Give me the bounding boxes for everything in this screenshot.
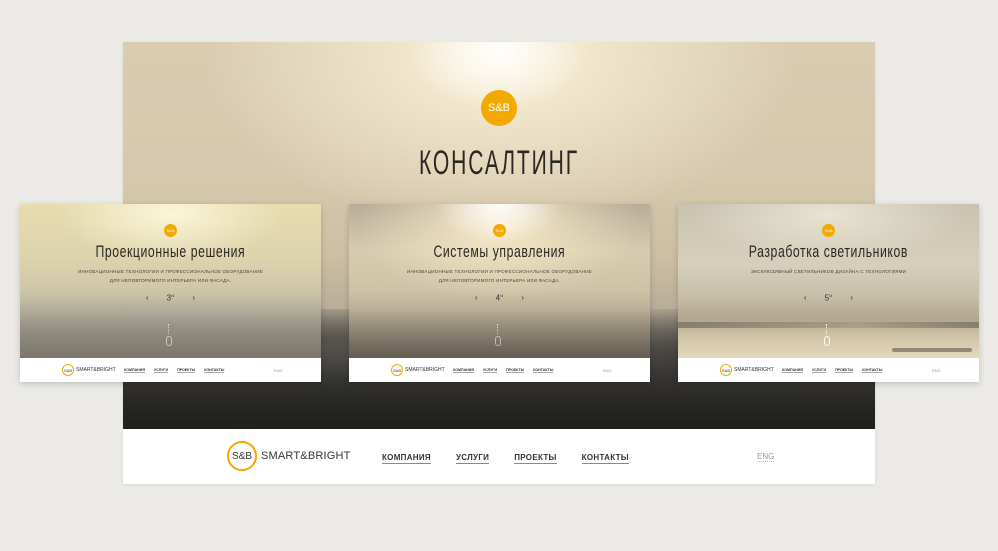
nav-link-contacts[interactable]: КОНТАКТЫ bbox=[533, 368, 554, 373]
nav-link-company[interactable]: КОМПАНИЯ bbox=[382, 453, 431, 464]
card-footer: S&B SMART&BRIGHT КОМПАНИЯ УСЛУГИ ПРОЕКТЫ… bbox=[20, 358, 321, 382]
preview-card-projection: S&B Проекционные решения ИННОВАЦИОННЫЕ Т… bbox=[20, 204, 321, 382]
scroll-dots-icon bbox=[497, 324, 500, 334]
card-footer: S&B SMART&BRIGHT КОМПАНИЯ УСЛУГИ ПРОЕКТЫ… bbox=[678, 358, 979, 382]
site-footer: S&B SMART&BRIGHT КОМПАНИЯ УСЛУГИ ПРОЕКТЫ… bbox=[123, 429, 875, 484]
logo-badge[interactable]: S&B bbox=[164, 224, 177, 237]
main-nav: КОМПАНИЯ УСЛУГИ ПРОЕКТЫ КОНТАКТЫ bbox=[382, 453, 629, 464]
card-subtitle-line: ИННОВАЦИОННЫЕ ТЕХНОЛОГИИ И ПРОФЕССИОНАЛЬ… bbox=[406, 269, 593, 274]
card-footer: S&B SMART&BRIGHT КОМПАНИЯ УСЛУГИ ПРОЕКТЫ… bbox=[349, 358, 650, 382]
card-nav: КОМПАНИЯ УСЛУГИ ПРОЕКТЫ КОНТАКТЫ bbox=[124, 368, 233, 373]
card-title: Разработка светильников bbox=[748, 242, 908, 261]
brand-name: SMART&BRIGHT bbox=[734, 367, 774, 373]
nav-link-company[interactable]: КОМПАНИЯ bbox=[782, 368, 803, 373]
card-subtitle-line: ЭКСКЛЮЗИВНЫЙ СВЕТИЛЬНИКОВ ДИЗАЙНА С ТЕХН… bbox=[750, 269, 907, 274]
page-total: /4 bbox=[171, 293, 175, 298]
next-arrow-icon[interactable]: › bbox=[521, 293, 524, 302]
prev-arrow-icon[interactable]: ‹ bbox=[146, 293, 149, 302]
card-hero: S&B Системы управления ИННОВАЦИОННЫЕ ТЕХ… bbox=[349, 204, 650, 358]
slide-pager: ‹ 5/4 › bbox=[678, 293, 979, 303]
scroll-dots-icon bbox=[826, 324, 829, 334]
scroll-mouse-icon[interactable] bbox=[495, 336, 501, 346]
brand-circle: S&B bbox=[227, 441, 257, 471]
card-subtitle: ИННОВАЦИОННЫЕ ТЕХНОЛОГИИ И ПРОФЕССИОНАЛЬ… bbox=[20, 267, 321, 285]
page-indicator: 3/4 bbox=[167, 293, 175, 303]
slide-pager: ‹ 3/4 › bbox=[20, 293, 321, 303]
card-subtitle-line: ДЛЯ НЕПОВТОРИМОГО ИНТЕРЬЕРА ИЛИ ФАСАДА. bbox=[438, 278, 561, 283]
nav-link-services[interactable]: УСЛУГИ bbox=[811, 368, 827, 373]
brand-logo[interactable]: S&B SMART&BRIGHT bbox=[62, 364, 116, 376]
language-switch[interactable]: ENG bbox=[757, 452, 775, 462]
preview-card-control-systems: S&B Системы управления ИННОВАЦИОННЫЕ ТЕХ… bbox=[349, 204, 650, 382]
language-switch[interactable]: ENG bbox=[274, 368, 283, 373]
nav-link-services[interactable]: УСЛУГИ bbox=[482, 368, 498, 373]
card-subtitle-line: ИННОВАЦИОННЫЕ ТЕХНОЛОГИИ И ПРОФЕССИОНАЛЬ… bbox=[77, 269, 264, 274]
card-title: Системы управления bbox=[433, 242, 566, 261]
nav-link-projects[interactable]: ПРОЕКТЫ bbox=[506, 368, 525, 373]
page-indicator: 5/4 bbox=[825, 293, 833, 303]
brand-circle: S&B bbox=[62, 364, 74, 376]
nav-link-services[interactable]: УСЛУГИ bbox=[153, 368, 169, 373]
logo-badge[interactable]: S&B bbox=[481, 90, 517, 126]
page-total: /4 bbox=[829, 293, 833, 298]
page-title: КОНСАЛТИНГ bbox=[418, 144, 580, 182]
next-arrow-icon[interactable]: › bbox=[192, 293, 195, 302]
next-arrow-icon[interactable]: › bbox=[850, 293, 853, 302]
nav-link-projects[interactable]: ПРОЕКТЫ bbox=[177, 368, 196, 373]
brand-logo[interactable]: S&B SMART&BRIGHT bbox=[720, 364, 774, 376]
scroll-mouse-icon[interactable] bbox=[166, 336, 172, 346]
nav-link-company[interactable]: КОМПАНИЯ bbox=[124, 368, 145, 373]
nav-link-projects[interactable]: ПРОЕКТЫ bbox=[835, 368, 854, 373]
scroll-dots-icon bbox=[168, 324, 171, 334]
nav-link-projects[interactable]: ПРОЕКТЫ bbox=[514, 453, 557, 464]
preview-card-luminaires: S&B Разработка светильников ЭКСКЛЮЗИВНЫЙ… bbox=[678, 204, 979, 382]
nav-link-contacts[interactable]: КОНТАКТЫ bbox=[862, 368, 883, 373]
scroll-mouse-icon[interactable] bbox=[824, 336, 830, 346]
brand-name: SMART&BRIGHT bbox=[405, 367, 445, 373]
prev-arrow-icon[interactable]: ‹ bbox=[475, 293, 478, 302]
page-indicator: 4/4 bbox=[496, 293, 504, 303]
nav-link-company[interactable]: КОМПАНИЯ bbox=[453, 368, 474, 373]
slide-pager: ‹ 4/4 › bbox=[349, 293, 650, 303]
logo-badge[interactable]: S&B bbox=[493, 224, 506, 237]
brand-circle: S&B bbox=[720, 364, 732, 376]
brand-logo[interactable]: S&B SMART&BRIGHT bbox=[227, 441, 351, 471]
language-switch[interactable]: ENG bbox=[603, 368, 612, 373]
brand-name: SMART&BRIGHT bbox=[261, 450, 351, 462]
card-nav: КОМПАНИЯ УСЛУГИ ПРОЕКТЫ КОНТАКТЫ bbox=[453, 368, 562, 373]
page-total: /4 bbox=[500, 293, 504, 298]
card-hero: S&B Разработка светильников ЭКСКЛЮЗИВНЫЙ… bbox=[678, 204, 979, 358]
card-subtitle: ИННОВАЦИОННЫЕ ТЕХНОЛОГИИ И ПРОФЕССИОНАЛЬ… bbox=[349, 267, 650, 285]
brand-logo[interactable]: S&B SMART&BRIGHT bbox=[391, 364, 445, 376]
logo-badge[interactable]: S&B bbox=[822, 224, 835, 237]
prev-arrow-icon[interactable]: ‹ bbox=[804, 293, 807, 302]
nav-link-contacts[interactable]: КОНТАКТЫ bbox=[204, 368, 225, 373]
brand-name: SMART&BRIGHT bbox=[76, 367, 116, 373]
card-title: Проекционные решения bbox=[95, 242, 246, 261]
card-subtitle: ЭКСКЛЮЗИВНЫЙ СВЕТИЛЬНИКОВ ДИЗАЙНА С ТЕХН… bbox=[678, 267, 979, 276]
card-nav: КОМПАНИЯ УСЛУГИ ПРОЕКТЫ КОНТАКТЫ bbox=[782, 368, 891, 373]
brand-circle: S&B bbox=[391, 364, 403, 376]
card-hero: S&B Проекционные решения ИННОВАЦИОННЫЕ Т… bbox=[20, 204, 321, 358]
language-switch[interactable]: ENG bbox=[932, 368, 941, 373]
nav-link-contacts[interactable]: КОНТАКТЫ bbox=[581, 453, 629, 464]
nav-link-services[interactable]: УСЛУГИ bbox=[455, 453, 490, 464]
card-subtitle-line: ДЛЯ НЕПОВТОРИМОГО ИНТЕРЬЕРА ИЛИ ФАСАДА. bbox=[109, 278, 232, 283]
